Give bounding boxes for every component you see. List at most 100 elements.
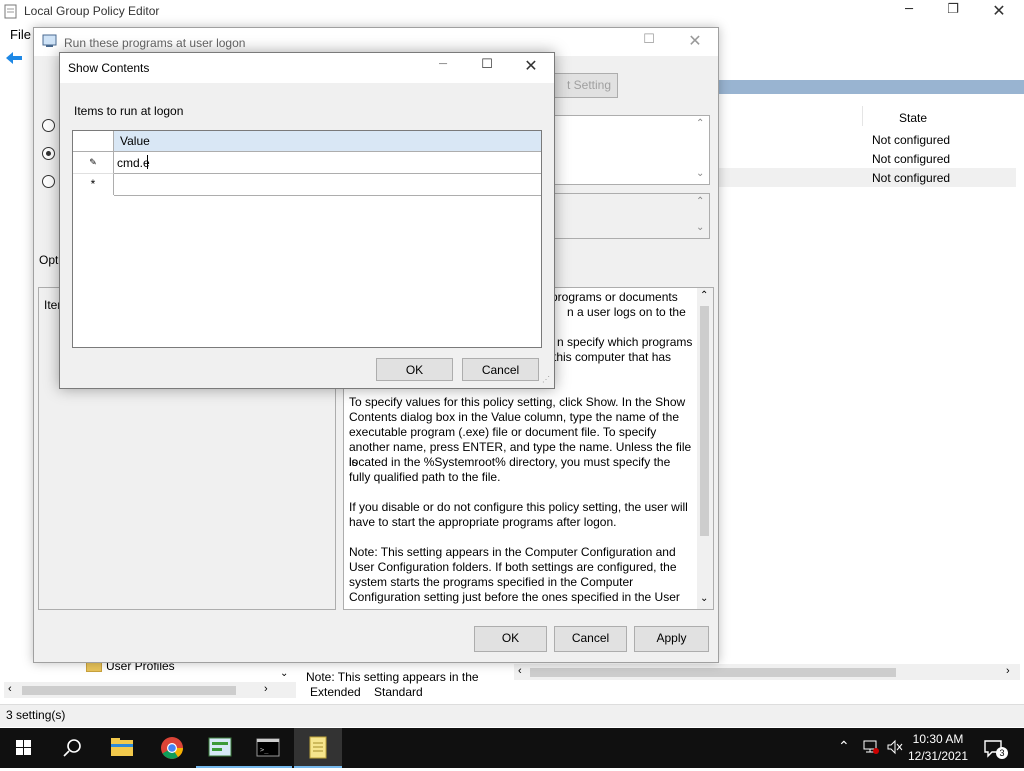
scroll-right-icon[interactable]: › (1006, 665, 1010, 677)
view-tabs: Extended Standard (300, 683, 440, 701)
help-line: executable program (.exe) file or docume… (349, 425, 657, 439)
value-cell-text[interactable]: cmd.e (117, 156, 150, 170)
tree-scroll-down-icon[interactable]: ⌄ (280, 668, 292, 680)
radio-enabled[interactable] (42, 147, 55, 160)
tab-standard[interactable]: Standard (374, 685, 423, 699)
scroll-thumb[interactable] (700, 306, 709, 536)
help-line (349, 530, 697, 545)
scroll-down-icon[interactable]: ⌄ (696, 168, 704, 179)
help-line: If you disable or do not configure this … (349, 500, 688, 514)
grid-header-corner (73, 131, 114, 152)
tab-extended[interactable]: Extended (310, 685, 361, 699)
value-cell[interactable] (114, 174, 541, 196)
main-window-title: Local Group Policy Editor (24, 4, 160, 18)
show-contents-minimize-button[interactable]: ─ (428, 57, 458, 77)
selected-setting-row[interactable] (718, 168, 1016, 187)
scroll-down-icon[interactable]: ⌄ (696, 222, 704, 233)
policy-dialog-maximize-button[interactable]: ☐ (634, 32, 664, 52)
comment-box[interactable]: ⌃ ⌄ (552, 115, 710, 185)
setting-state[interactable]: Not configured (872, 152, 950, 166)
show-contents-maximize-button[interactable]: ☐ (472, 57, 502, 77)
setting-state[interactable]: Not configured (872, 133, 950, 147)
values-grid[interactable]: Value ✎ cmd.e * (72, 130, 542, 348)
show-contents-dialog: Show Contents ─ ☐ ✕ Items to run at logo… (59, 52, 555, 389)
taskbar: >_ ⌃ 10:30 AM 12/31/2021 3 (0, 728, 1024, 768)
resize-grip-icon[interactable]: ⋰ (542, 375, 552, 385)
details-header-bar (718, 80, 1024, 94)
supported-on-box: ⌃ ⌄ (552, 193, 710, 239)
help-line (349, 485, 697, 500)
state-column-divider (862, 106, 863, 126)
status-text: 3 setting(s) (6, 708, 66, 722)
help-line: located in the %Systemroot% directory, y… (349, 455, 671, 469)
start-button[interactable] (0, 728, 48, 768)
help-scrollbar[interactable]: ⌃ ⌄ (697, 288, 713, 609)
row-marker-new-icon: * (73, 174, 114, 195)
policy-cancel-button[interactable]: Cancel (554, 626, 627, 652)
radio-disabled[interactable] (42, 175, 55, 188)
scroll-left-icon[interactable]: ‹ (8, 683, 12, 695)
command-prompt-icon[interactable]: >_ (244, 728, 292, 768)
details-horizontal-scrollbar[interactable]: ‹ › (514, 664, 1020, 680)
next-setting-button[interactable]: t Setting (552, 73, 618, 98)
scroll-up-icon[interactable]: ⌃ (696, 118, 704, 129)
radio-not-configured[interactable] (42, 119, 55, 132)
chrome-icon[interactable] (148, 728, 196, 768)
scroll-up-icon[interactable]: ⌃ (696, 196, 704, 207)
help-line: User Configuration folders. If both sett… (349, 560, 677, 574)
group-policy-editor-taskbar-icon[interactable] (196, 728, 244, 768)
volume-muted-icon[interactable] (886, 739, 904, 755)
policy-apply-button[interactable]: Apply (634, 626, 709, 652)
options-label: Opt (39, 253, 59, 267)
clock[interactable]: 10:30 AM 12/31/2021 (906, 731, 970, 765)
value-column-header[interactable]: Value (114, 131, 541, 152)
gpedit-app-icon (4, 4, 18, 19)
show-hidden-icons-chevron-icon[interactable]: ⌃ (838, 738, 850, 755)
svg-text:>_: >_ (260, 746, 269, 754)
notepad-icon[interactable] (294, 728, 342, 768)
help-line: Note: This setting appears in the Comput… (349, 545, 676, 559)
show-contents-cancel-button[interactable]: Cancel (462, 358, 539, 381)
clock-date: 12/31/2021 (907, 749, 969, 763)
description-bottom-text: Note: This setting appears in the (306, 670, 479, 684)
help-line: To specify values for this policy settin… (349, 395, 686, 409)
main-maximize-button[interactable]: ❐ (938, 2, 968, 22)
help-line: have to start the appropriate programs a… (349, 515, 617, 529)
help-line: system starts the programs specified in … (349, 575, 634, 589)
notification-badge: 3 (996, 747, 1008, 759)
network-icon[interactable] (862, 739, 880, 755)
policy-icon (42, 34, 58, 48)
policy-dialog-close-button[interactable]: ✕ (680, 31, 710, 51)
state-column-header[interactable]: State (899, 111, 927, 125)
scroll-right-icon[interactable]: › (264, 683, 268, 695)
setting-state[interactable]: Not configured (872, 171, 950, 185)
scroll-thumb[interactable] (22, 686, 236, 695)
scroll-up-icon[interactable]: ⌃ (700, 290, 708, 301)
policy-ok-button[interactable]: OK (474, 626, 547, 652)
back-arrow-icon[interactable] (4, 50, 24, 66)
scroll-thumb[interactable] (530, 668, 896, 677)
value-header-label: Value (120, 134, 150, 148)
show-contents-title-bar: Show Contents ─ ☐ ✕ (60, 53, 554, 83)
main-title-bar: Local Group Policy Editor ─ ❐ ✕ (0, 0, 1024, 24)
main-close-button[interactable]: ✕ (984, 1, 1014, 21)
policy-dialog-title: Run these programs at user logon (64, 36, 246, 50)
show-contents-title: Show Contents (68, 61, 150, 75)
file-explorer-icon[interactable] (98, 728, 146, 768)
status-bar: 3 setting(s) (0, 704, 1024, 727)
scroll-left-icon[interactable]: ‹ (518, 665, 522, 677)
show-contents-close-button[interactable]: ✕ (516, 56, 546, 76)
action-center-icon[interactable]: 3 (982, 737, 1008, 759)
search-icon[interactable] (48, 728, 96, 768)
clock-time: 10:30 AM (912, 732, 964, 746)
value-cell[interactable]: cmd.e (114, 152, 541, 174)
scroll-down-icon[interactable]: ⌄ (700, 593, 708, 604)
main-minimize-button[interactable]: ─ (894, 2, 924, 22)
tree-horizontal-scrollbar[interactable]: ‹ › (4, 682, 296, 698)
show-contents-ok-button[interactable]: OK (376, 358, 453, 381)
row-marker-edit-icon: ✎ (73, 152, 114, 174)
help-line: fully qualified path to the file. (349, 470, 501, 484)
menu-file[interactable]: File (10, 27, 31, 42)
text-cursor (147, 155, 148, 169)
items-to-run-label: Items to run at logon (74, 104, 184, 118)
